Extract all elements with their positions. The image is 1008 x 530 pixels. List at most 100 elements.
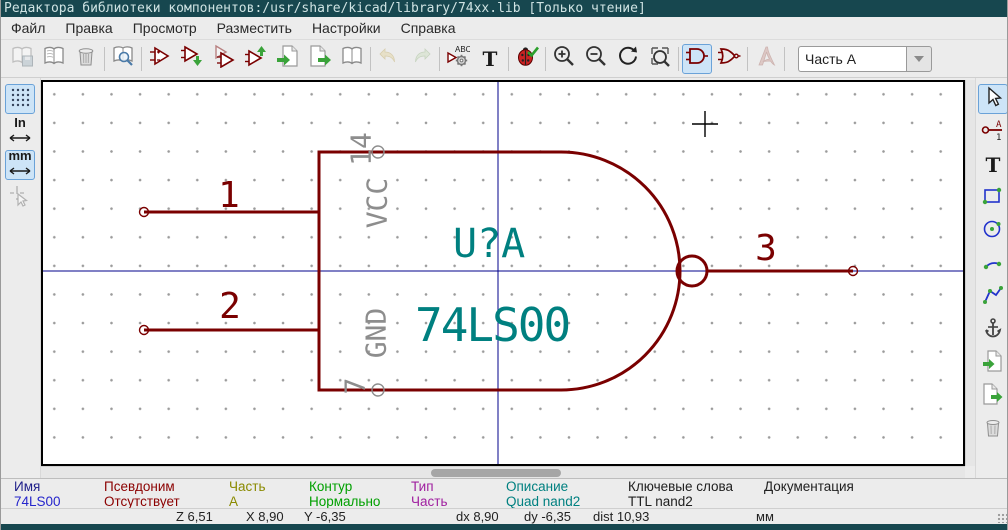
undo-button[interactable]	[374, 44, 404, 74]
pdf-icon	[754, 44, 778, 73]
or-gate-icon	[717, 44, 741, 73]
component-properties-button[interactable]: ABC	[443, 44, 473, 74]
text-tool-button[interactable]: T	[978, 150, 1007, 180]
info-name: Имя 74LS00	[14, 479, 61, 509]
resize-grip[interactable]	[997, 513, 1007, 523]
open-book-icon	[340, 44, 364, 73]
save-component-icon	[180, 44, 204, 73]
pin2-number: 2	[219, 286, 241, 327]
chevron-down-icon	[914, 55, 924, 62]
export-component-button[interactable]	[305, 44, 335, 74]
delete-tool-button[interactable]	[978, 414, 1007, 444]
save-library-button[interactable]	[7, 44, 37, 74]
save-component-button[interactable]	[177, 44, 207, 74]
component-properties-icon: ABC	[446, 44, 472, 73]
circle-icon	[982, 218, 1004, 245]
zoom-out-button[interactable]	[581, 44, 611, 74]
duplicate-component-button[interactable]	[209, 44, 239, 74]
rectangle-icon	[982, 185, 1004, 212]
export-symbol-button[interactable]	[978, 381, 1007, 411]
redraw-icon	[616, 44, 640, 73]
info-body: Контур Нормально	[309, 479, 381, 509]
arc-tool-button[interactable]	[978, 249, 1007, 279]
reference-designator[interactable]: U?A	[453, 221, 525, 267]
zoom-fit-button[interactable]	[645, 44, 675, 74]
check-component-button[interactable]	[512, 44, 542, 74]
demorgan-representation-button[interactable]	[714, 44, 744, 74]
zoom-in-button[interactable]	[549, 44, 579, 74]
rectangle-tool-button[interactable]	[978, 183, 1007, 213]
redo-button[interactable]	[406, 44, 436, 74]
undo-icon	[377, 44, 401, 73]
part-selector-dropdown-button[interactable]	[906, 45, 932, 72]
pin-tool-button[interactable]: A1	[978, 117, 1007, 147]
text-T-icon: T	[985, 153, 1001, 177]
right-tools-toolbar: A1 T	[975, 78, 1007, 478]
double-arrow-icon	[9, 162, 31, 180]
cursor-x: X 8,90	[246, 509, 284, 524]
horizontal-scrollbar[interactable]	[41, 466, 965, 478]
pin7-number: 7	[339, 378, 372, 395]
component-documentation-button[interactable]	[337, 44, 367, 74]
pdf-export-button[interactable]	[751, 44, 781, 74]
circle-tool-button[interactable]	[978, 216, 1007, 246]
menu-bar: Файл Правка Просмотр Разместить Настройк…	[1, 17, 1007, 40]
duplicate-component-icon	[212, 44, 236, 73]
pin-icon: A1	[981, 118, 1005, 147]
import-symbol-button[interactable]	[978, 348, 1007, 378]
polyline-tool-button[interactable]	[978, 282, 1007, 312]
units-inches-button[interactable]: In	[5, 116, 35, 147]
units-mm-button[interactable]: mm	[5, 149, 35, 180]
anchor-tool-button[interactable]	[978, 315, 1007, 345]
grid-toggle-button[interactable]	[5, 84, 35, 114]
redraw-view-button[interactable]	[613, 44, 643, 74]
info-documentation: Документация	[764, 479, 854, 494]
new-component-button[interactable]	[145, 44, 175, 74]
menu-preferences[interactable]: Настройки	[302, 17, 391, 40]
import-component-button[interactable]	[273, 44, 303, 74]
vertical-scrollbar[interactable]	[965, 80, 975, 466]
menu-edit[interactable]: Правка	[55, 17, 122, 40]
schematic-canvas[interactable]: 1 2 3 14 VCC GND 7 U?A 74LS00	[41, 80, 965, 466]
open-library-icon	[42, 44, 66, 73]
menu-view[interactable]: Просмотр	[123, 17, 207, 40]
canvas-grid: 1 2 3 14 VCC GND 7 U?A 74LS00	[43, 82, 963, 464]
toolbar-separator	[439, 46, 440, 71]
window-bottom-border	[1, 524, 1007, 530]
toolbar-separator	[508, 46, 509, 71]
trash-icon	[74, 44, 98, 73]
left-options-toolbar: In mm	[1, 78, 41, 478]
info-description: Описание Quad nand2	[506, 479, 581, 509]
output-pin-3[interactable]	[708, 265, 859, 277]
field-properties-button[interactable]: T	[475, 44, 505, 74]
library-browser-icon	[111, 44, 135, 73]
component-info-panel: Имя 74LS00 Псевдоним Отсутствует Часть A…	[1, 478, 1007, 509]
cursor-shape-button[interactable]	[5, 183, 35, 213]
pin1-number: 1	[218, 175, 240, 216]
info-type: Тип Часть	[411, 479, 448, 509]
export-component-icon	[308, 44, 332, 73]
open-library-button[interactable]	[39, 44, 69, 74]
menu-place[interactable]: Разместить	[207, 17, 302, 40]
update-component-button[interactable]	[241, 44, 271, 74]
ladybug-check-icon	[515, 44, 540, 73]
vcc-pin-name: VCC	[361, 178, 394, 229]
library-browser-button[interactable]	[108, 44, 138, 74]
import-page-icon	[982, 349, 1004, 377]
menu-file[interactable]: Файл	[1, 17, 55, 40]
select-tool-button[interactable]	[978, 84, 1007, 114]
zoom-out-icon	[584, 44, 608, 73]
main-toolbar: ABC T Часть A	[1, 40, 1007, 78]
grid-icon	[9, 86, 31, 113]
status-bar: Z 6,51 X 8,90 Y -6,35 dx 8,90 dy -6,35 d…	[1, 508, 1007, 524]
menu-help[interactable]: Справка	[391, 17, 466, 40]
delete-from-library-button[interactable]	[71, 44, 101, 74]
normal-representation-button[interactable]	[682, 43, 712, 74]
part-selector-value[interactable]: Часть A	[798, 45, 906, 72]
trash-icon	[982, 416, 1004, 443]
delta-y: dy -6,35	[524, 509, 571, 524]
component-value[interactable]: 74LS00	[415, 298, 571, 352]
horizontal-scrollbar-thumb[interactable]	[431, 469, 561, 477]
zoom-in-icon	[552, 44, 576, 73]
info-part: Часть A	[229, 479, 266, 509]
